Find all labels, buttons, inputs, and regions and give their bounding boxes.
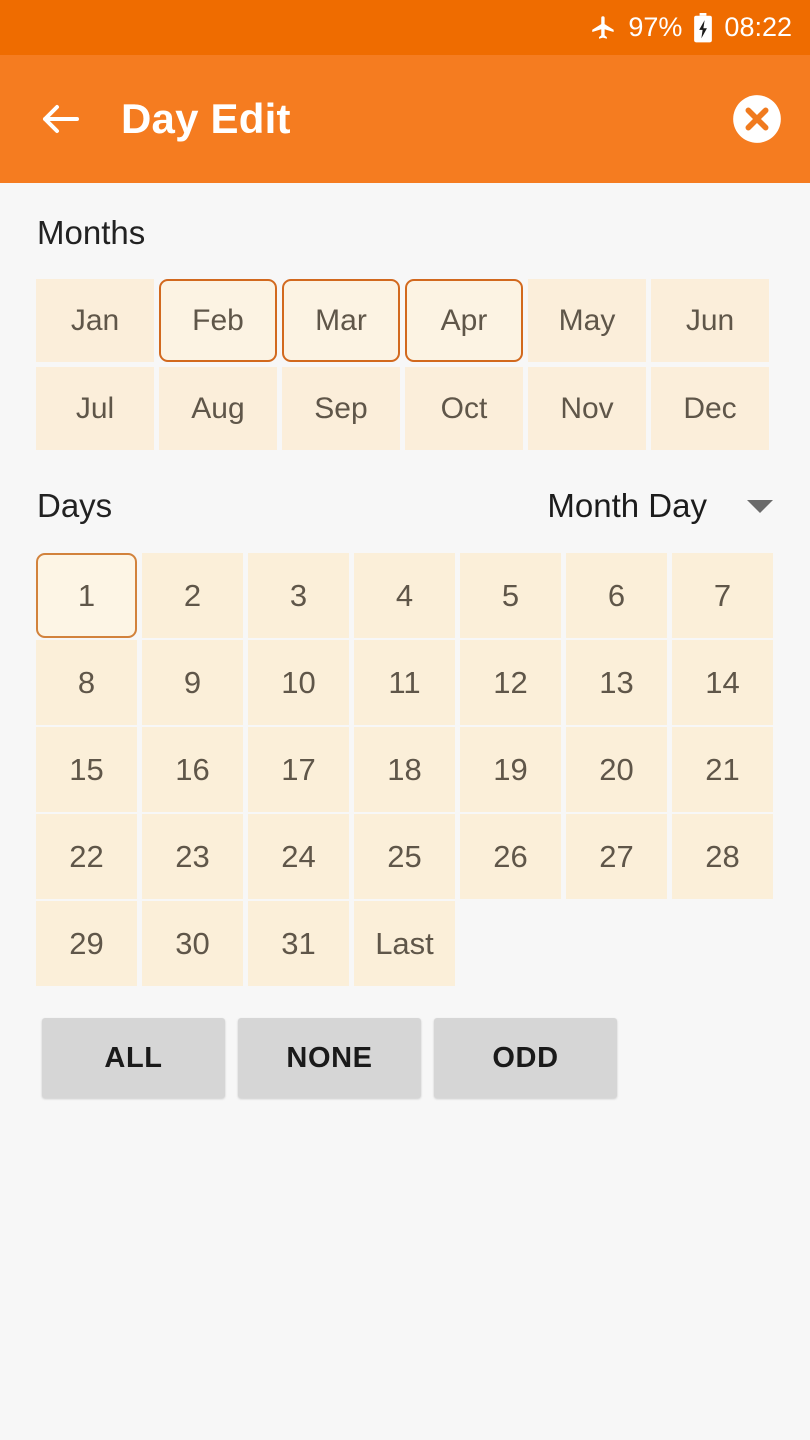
day-cell-29[interactable]: 29 bbox=[36, 901, 137, 986]
day-cell-19[interactable]: 19 bbox=[460, 727, 561, 812]
month-cell-sep[interactable]: Sep bbox=[282, 367, 400, 450]
months-grid: Jan Feb Mar Apr May Jun Jul Aug Sep Oct Nov Dec bbox=[36, 279, 774, 450]
day-cell-25[interactable]: 25 bbox=[354, 814, 455, 899]
odd-button[interactable]: ODD bbox=[434, 1018, 617, 1098]
month-cell-feb[interactable]: Feb bbox=[159, 279, 277, 362]
days-label: Days bbox=[37, 487, 113, 524]
day-cell-22[interactable]: 22 bbox=[36, 814, 137, 899]
day-cell-24[interactable]: 24 bbox=[248, 814, 349, 899]
battery-percent-label: 97% bbox=[628, 12, 683, 42]
day-cell-16[interactable]: 16 bbox=[142, 727, 243, 812]
day-cell-8[interactable]: 8 bbox=[36, 640, 137, 725]
day-cell-13[interactable]: 13 bbox=[566, 640, 667, 725]
month-cell-jan[interactable]: Jan bbox=[36, 279, 154, 362]
arrow-left-icon[interactable] bbox=[37, 95, 85, 143]
day-cell-23[interactable]: 23 bbox=[142, 814, 243, 899]
all-button[interactable]: ALL bbox=[42, 1018, 225, 1098]
day-cell-7[interactable]: 7 bbox=[672, 553, 773, 638]
months-label: Months bbox=[37, 214, 146, 251]
day-cell-2[interactable]: 2 bbox=[142, 553, 243, 638]
month-cell-jun[interactable]: Jun bbox=[651, 279, 769, 362]
month-cell-nov[interactable]: Nov bbox=[528, 367, 646, 450]
clock-label: 08:22 bbox=[724, 12, 792, 42]
day-cell-15[interactable]: 15 bbox=[36, 727, 137, 812]
day-cell-28[interactable]: 28 bbox=[672, 814, 773, 899]
month-cell-may[interactable]: May bbox=[528, 279, 646, 362]
month-cell-jul[interactable]: Jul bbox=[36, 367, 154, 450]
day-cell-1[interactable]: 1 bbox=[36, 553, 137, 638]
day-cell-12[interactable]: 12 bbox=[460, 640, 561, 725]
day-cell-last[interactable]: Last bbox=[354, 901, 455, 986]
airplane-mode-icon bbox=[592, 16, 614, 39]
day-cell-9[interactable]: 9 bbox=[142, 640, 243, 725]
month-cell-oct[interactable]: Oct bbox=[405, 367, 523, 450]
content-area: Months Jan Feb Mar Apr May Jun Jul Aug Sep Oct Nov… bbox=[0, 183, 810, 1440]
day-cell-11[interactable]: 11 bbox=[354, 640, 455, 725]
battery-charging-icon bbox=[694, 12, 713, 42]
day-mode-dropdown[interactable]: Month Day bbox=[547, 487, 773, 525]
day-cell-31[interactable]: 31 bbox=[248, 901, 349, 986]
month-cell-apr[interactable]: Apr bbox=[405, 279, 523, 362]
day-cell-21[interactable]: 21 bbox=[672, 727, 773, 812]
chevron-down-icon bbox=[747, 499, 773, 513]
day-cell-3[interactable]: 3 bbox=[248, 553, 349, 638]
day-cell-14[interactable]: 14 bbox=[672, 640, 773, 725]
none-button[interactable]: NONE bbox=[238, 1018, 421, 1098]
day-cell-20[interactable]: 20 bbox=[566, 727, 667, 812]
day-cell-17[interactable]: 17 bbox=[248, 727, 349, 812]
app-bar: Day Edit bbox=[0, 55, 810, 183]
day-cell-26[interactable]: 26 bbox=[460, 814, 561, 899]
month-cell-aug[interactable]: Aug bbox=[159, 367, 277, 450]
day-mode-selected-value: Month Day bbox=[547, 487, 707, 524]
page-title: Day Edit bbox=[121, 95, 291, 142]
month-cell-dec[interactable]: Dec bbox=[651, 367, 769, 450]
close-circle-icon[interactable] bbox=[731, 93, 783, 145]
day-cell-4[interactable]: 4 bbox=[354, 553, 455, 638]
bulk-action-row: ALL NONE ODD bbox=[42, 1018, 810, 1098]
month-cell-mar[interactable]: Mar bbox=[282, 279, 400, 362]
status-bar: 97% 08:22 bbox=[0, 0, 810, 55]
months-section-header: Months bbox=[0, 183, 810, 249]
day-cell-18[interactable]: 18 bbox=[354, 727, 455, 812]
days-grid: 1 2 3 4 5 6 7 8 9 10 11 12 13 14 15 16 17 18 19 20 21 22 23 24 2… bbox=[36, 553, 773, 986]
days-section-header: Days Month Day bbox=[0, 483, 810, 529]
day-cell-27[interactable]: 27 bbox=[566, 814, 667, 899]
day-cell-30[interactable]: 30 bbox=[142, 901, 243, 986]
day-cell-5[interactable]: 5 bbox=[460, 553, 561, 638]
day-cell-10[interactable]: 10 bbox=[248, 640, 349, 725]
day-cell-6[interactable]: 6 bbox=[566, 553, 667, 638]
